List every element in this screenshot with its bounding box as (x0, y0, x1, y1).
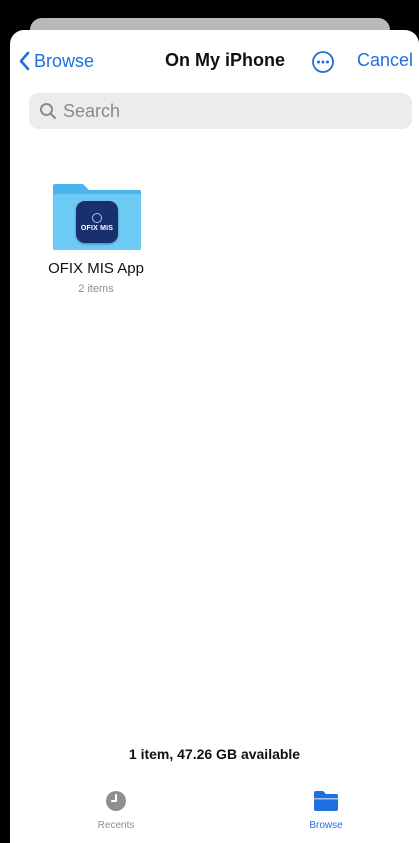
ellipsis-circle-icon (311, 51, 335, 78)
navigation-bar: Browse On My iPhone Cancel (10, 30, 419, 88)
page-title: On My iPhone (164, 50, 285, 70)
chevron-left-icon (18, 51, 30, 71)
folder-item-count: 2 items (78, 283, 114, 295)
back-button-label: Browse (34, 50, 95, 71)
app-icon: OFIX MIS (76, 201, 118, 243)
storage-status: 1 item, 47.26 GB available (128, 746, 301, 762)
tab-recents[interactable]: Recents (71, 790, 161, 831)
search-field[interactable]: Search (29, 93, 412, 129)
tab-browse[interactable]: Browse (281, 790, 371, 831)
folder-item[interactable]: OFIX MIS OFIX MIS App 2 items (40, 180, 152, 295)
app-logo-mark (92, 212, 102, 223)
search-icon (29, 102, 57, 120)
more-options-button[interactable] (311, 50, 335, 74)
clock-icon (105, 790, 127, 812)
cancel-button[interactable]: Cancel (357, 50, 413, 71)
folder-icon (312, 790, 340, 812)
tab-recents-label: Recents (97, 820, 135, 831)
file-browser-sheet: Browse On My iPhone Cancel Search OFIX M… (10, 30, 419, 843)
tab-browse-label: Browse (309, 820, 343, 831)
screen: Browse On My iPhone Cancel Search OFIX M… (0, 0, 419, 843)
folder-name: OFIX MIS App (48, 260, 144, 277)
back-button[interactable]: Browse (18, 48, 94, 74)
folder-icon: OFIX MIS (51, 180, 143, 252)
tab-bar: Recents Browse (10, 790, 419, 843)
app-icon-label: OFIX MIS (80, 224, 114, 232)
search-placeholder: Search (63, 100, 121, 121)
